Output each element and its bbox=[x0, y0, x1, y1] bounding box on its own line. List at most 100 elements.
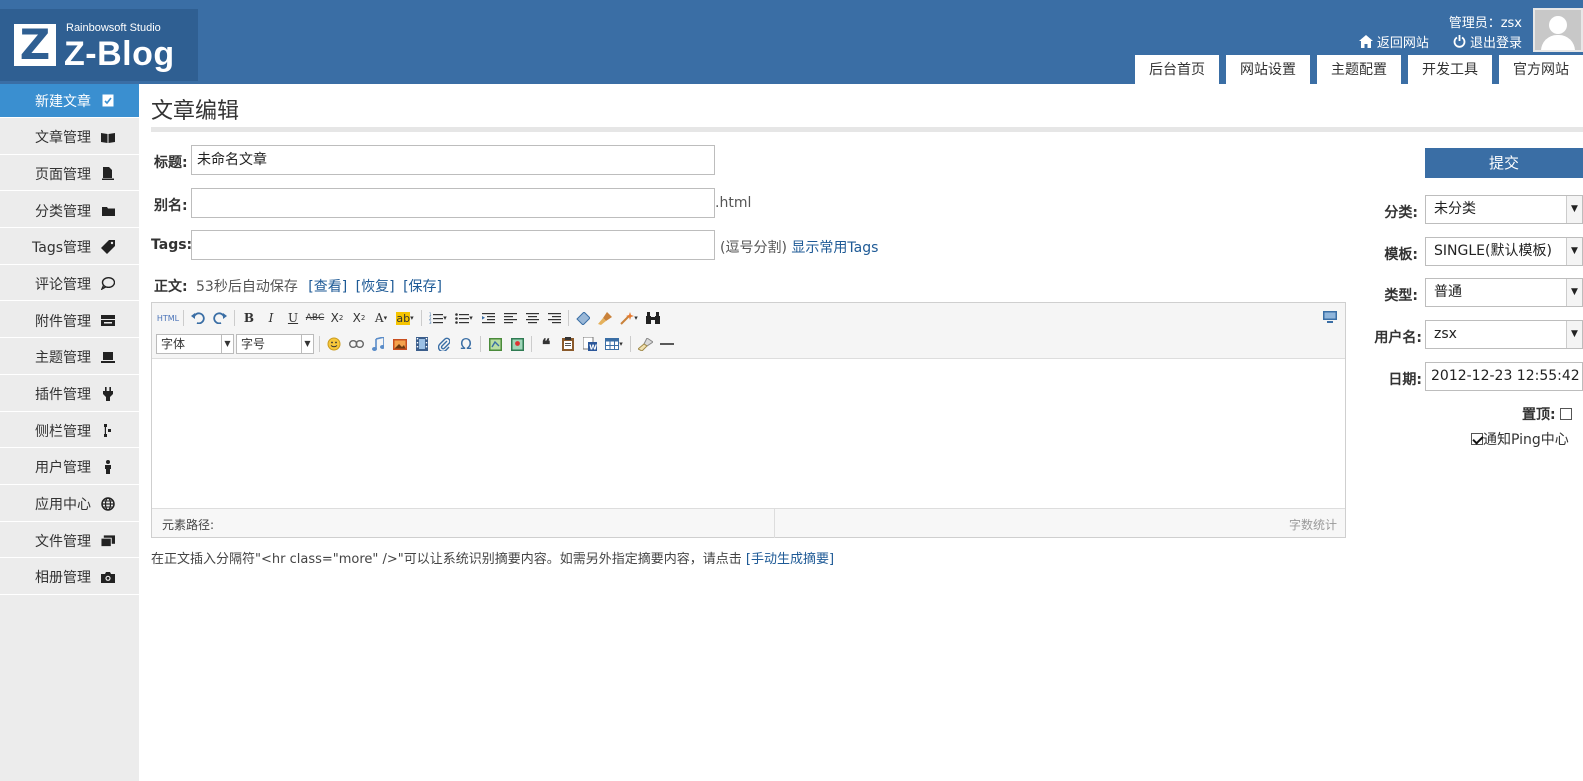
save-link[interactable]: [保存] bbox=[403, 279, 442, 295]
show-common-tags-link[interactable]: 显示常用Tags bbox=[791, 240, 878, 256]
align-left-button[interactable] bbox=[499, 308, 521, 328]
sidebar-item-users[interactable]: 用户管理 bbox=[0, 450, 139, 485]
auto-format-button[interactable]: ▾ bbox=[616, 308, 642, 328]
subscript-button[interactable]: X2 bbox=[348, 308, 370, 328]
image-button[interactable] bbox=[389, 334, 411, 354]
generate-summary-link[interactable]: [手动生成摘要] bbox=[746, 552, 834, 567]
undo-button[interactable] bbox=[187, 308, 209, 328]
status-divider bbox=[774, 509, 775, 538]
alias-input[interactable] bbox=[191, 188, 715, 218]
bold-button[interactable]: B bbox=[238, 308, 260, 328]
redo-button[interactable] bbox=[209, 308, 231, 328]
restore-link[interactable]: [恢复] bbox=[356, 279, 395, 295]
highlight-button[interactable]: ab ▾ bbox=[392, 308, 418, 328]
font-size-select[interactable]: 字号 ▼ bbox=[236, 334, 314, 354]
tab-theme-config[interactable]: 主题配置 bbox=[1317, 55, 1401, 84]
sidebar-item-themes[interactable]: 主题管理 bbox=[0, 340, 139, 375]
align-right-button[interactable] bbox=[543, 308, 565, 328]
sidebar-item-plugins[interactable]: 插件管理 bbox=[0, 377, 139, 412]
format-brush-button[interactable] bbox=[594, 308, 616, 328]
type-select[interactable]: 普通 ▼ bbox=[1425, 278, 1583, 307]
map-button[interactable] bbox=[484, 334, 506, 354]
editor-content-area[interactable] bbox=[152, 359, 1345, 509]
sidebar-item-files[interactable]: 文件管理 bbox=[0, 524, 139, 559]
submit-button[interactable]: 提交 bbox=[1425, 148, 1583, 178]
sidebar-item-albums[interactable]: 相册管理 bbox=[0, 560, 139, 595]
logo[interactable]: Z Rainbowsoft Studio Z-Blog bbox=[0, 9, 198, 81]
username-label: 用户名: bbox=[1374, 330, 1422, 346]
sticky-label: 置顶: bbox=[1522, 407, 1556, 423]
html-source-button[interactable]: HTML bbox=[156, 308, 180, 328]
sidebar-item-comments[interactable]: 评论管理 bbox=[0, 267, 139, 302]
emoticon-button[interactable] bbox=[323, 334, 345, 354]
sidebar-item-tags[interactable]: Tags管理 bbox=[0, 230, 139, 265]
back-to-site-link[interactable]: 返回网站 bbox=[1358, 32, 1429, 51]
tags-input[interactable] bbox=[191, 230, 715, 260]
fullscreen-button[interactable] bbox=[1319, 307, 1341, 327]
sidebar-item-label: 评论管理 bbox=[35, 276, 91, 293]
indent-button[interactable] bbox=[477, 308, 499, 328]
font-color-button[interactable]: A ▾ bbox=[370, 308, 392, 328]
horizontal-rule-button[interactable] bbox=[656, 334, 678, 354]
sidebar-item-app-center[interactable]: 应用中心 bbox=[0, 487, 139, 522]
book-icon bbox=[101, 130, 115, 144]
paste-text-button[interactable] bbox=[557, 334, 579, 354]
sidebar-item-categories[interactable]: 分类管理 bbox=[0, 194, 139, 229]
sidebar-item-attachments[interactable]: 附件管理 bbox=[0, 304, 139, 339]
summary-tip-text: 在正文插入分隔符"<hr class="more" />"可以让系统识别摘要内容… bbox=[151, 552, 742, 567]
link-button[interactable] bbox=[345, 334, 367, 354]
username-value: zsx bbox=[1434, 326, 1457, 342]
sidebar-item-widgets[interactable]: 侧栏管理 bbox=[0, 414, 139, 449]
special-char-button[interactable]: Ω bbox=[455, 334, 477, 354]
align-left-icon bbox=[503, 312, 517, 323]
music-button[interactable] bbox=[367, 334, 389, 354]
monitor-icon bbox=[1323, 311, 1337, 323]
summary-tip: 在正文插入分隔符"<hr class="more" />"可以让系统识别摘要内容… bbox=[151, 548, 834, 567]
table-button[interactable]: ▾ bbox=[601, 334, 627, 354]
blockquote-button[interactable]: ❝ bbox=[535, 334, 557, 354]
gmap-button[interactable] bbox=[506, 334, 528, 354]
ordered-list-icon: 123 bbox=[429, 312, 444, 324]
folder-icon bbox=[101, 204, 115, 218]
logout-link[interactable]: 退出登录 bbox=[1453, 32, 1522, 51]
superscript-button[interactable]: X2 bbox=[326, 308, 348, 328]
ping-checkbox[interactable] bbox=[1471, 433, 1483, 445]
top-links: 返回网站 退出登录 bbox=[1339, 32, 1522, 52]
template-select[interactable]: SINGLE(默认模板) ▼ bbox=[1425, 237, 1583, 266]
strikethrough-button[interactable]: ABC bbox=[304, 308, 326, 328]
tab-dev-tools[interactable]: 开发工具 bbox=[1408, 55, 1492, 84]
smiley-icon bbox=[327, 337, 341, 351]
font-family-select[interactable]: 字体 ▼ bbox=[156, 334, 234, 354]
header: Z Rainbowsoft Studio Z-Blog 管理员：zsx 返回网站… bbox=[0, 0, 1583, 84]
sticky-checkbox[interactable] bbox=[1560, 408, 1573, 420]
toolbar-separator bbox=[480, 336, 481, 352]
svg-text:3: 3 bbox=[429, 320, 432, 324]
clear-doc-button[interactable] bbox=[634, 334, 656, 354]
date-input[interactable]: 2012-12-23 12:55:42 bbox=[1425, 362, 1583, 391]
attachment-button[interactable] bbox=[433, 334, 455, 354]
italic-button[interactable]: I bbox=[260, 308, 282, 328]
eraser-button[interactable] bbox=[572, 308, 594, 328]
ordered-list-button[interactable]: 1 2 3 ▾ bbox=[425, 308, 451, 328]
find-replace-button[interactable] bbox=[642, 308, 664, 328]
username-select[interactable]: zsx ▼ bbox=[1425, 320, 1583, 349]
unordered-list-button[interactable]: ▾ bbox=[451, 308, 477, 328]
sidebar-item-new-article[interactable]: 新建文章 bbox=[0, 84, 139, 118]
tab-official-site[interactable]: 官方网站 bbox=[1499, 55, 1583, 84]
font-size-value: 字号 bbox=[241, 337, 266, 351]
category-select[interactable]: 未分类 ▼ bbox=[1425, 195, 1583, 224]
map-icon bbox=[488, 337, 502, 351]
tab-dashboard[interactable]: 后台首页 bbox=[1135, 55, 1219, 84]
avatar[interactable] bbox=[1533, 8, 1583, 52]
align-center-button[interactable] bbox=[521, 308, 543, 328]
underline-button[interactable]: U bbox=[282, 308, 304, 328]
avatar-body bbox=[1541, 35, 1575, 50]
video-button[interactable] bbox=[411, 334, 433, 354]
sidebar-item-articles[interactable]: 文章管理 bbox=[0, 120, 139, 155]
tab-site-settings[interactable]: 网站设置 bbox=[1226, 55, 1310, 84]
sidebar-item-pages[interactable]: 页面管理 bbox=[0, 157, 139, 192]
view-link[interactable]: [查看] bbox=[308, 279, 347, 295]
title-input[interactable]: 未命名文章 bbox=[191, 145, 715, 175]
paste-word-button[interactable]: W bbox=[579, 334, 601, 354]
autosave-row: 53秒后自动保存 [查看] [恢复] [保存] bbox=[196, 276, 442, 296]
